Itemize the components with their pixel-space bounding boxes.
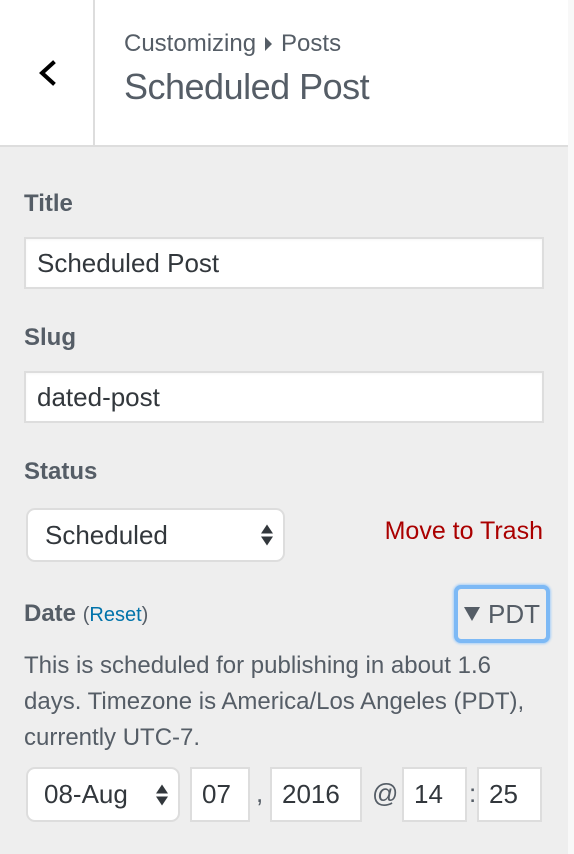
breadcrumb-section: Posts (281, 30, 342, 57)
reset-wrapper: (Reset) (83, 604, 149, 626)
month-selected-value: 08-Aug (44, 779, 128, 809)
chevron-left-icon (38, 59, 56, 86)
minute-input[interactable]: 25 (477, 767, 542, 822)
slug-label: Slug (24, 324, 76, 351)
slug-input[interactable]: dated-post (24, 371, 544, 423)
caret-right-icon (265, 37, 273, 51)
reset-link[interactable]: Reset (89, 604, 141, 626)
at-separator: @ (372, 778, 399, 808)
timezone-toggle-button[interactable]: PDT (454, 585, 550, 643)
header-titles: Customizing Posts Scheduled Post (124, 30, 370, 108)
triangle-down-icon (464, 607, 480, 621)
breadcrumb-root: Customizing (124, 30, 257, 57)
panel-header: Customizing Posts Scheduled Post (0, 0, 568, 147)
breadcrumb: Customizing Posts (124, 30, 369, 58)
date-label: Date (24, 600, 77, 627)
timezone-label: PDT (488, 598, 540, 629)
back-button[interactable] (0, 0, 95, 145)
select-arrows-icon (261, 524, 273, 546)
date-label-row: Date (Reset) (24, 600, 148, 628)
hour-input[interactable]: 14 (402, 767, 467, 822)
day-input[interactable]: 07 (190, 767, 250, 822)
date-description: This is scheduled for publishing in abou… (24, 652, 525, 751)
month-select[interactable]: 08-Aug (26, 767, 180, 822)
title-label: Title (24, 190, 73, 217)
reset-paren-close: ) (141, 604, 149, 626)
status-selected-value: Scheduled (45, 519, 168, 550)
year-input[interactable]: 2016 (270, 767, 362, 822)
colon-separator: : (469, 778, 477, 808)
status-label: Status (24, 458, 98, 485)
status-select[interactable]: Scheduled (26, 508, 285, 562)
page-title: Scheduled Post (124, 66, 370, 107)
move-to-trash-link[interactable]: Move to Trash (385, 517, 543, 546)
comma-separator: , (256, 778, 264, 808)
customizer-panel: Customizing Posts Scheduled Post Title S… (0, 0, 568, 854)
title-input[interactable]: Scheduled Post (24, 237, 544, 289)
select-arrows-icon (156, 784, 168, 805)
